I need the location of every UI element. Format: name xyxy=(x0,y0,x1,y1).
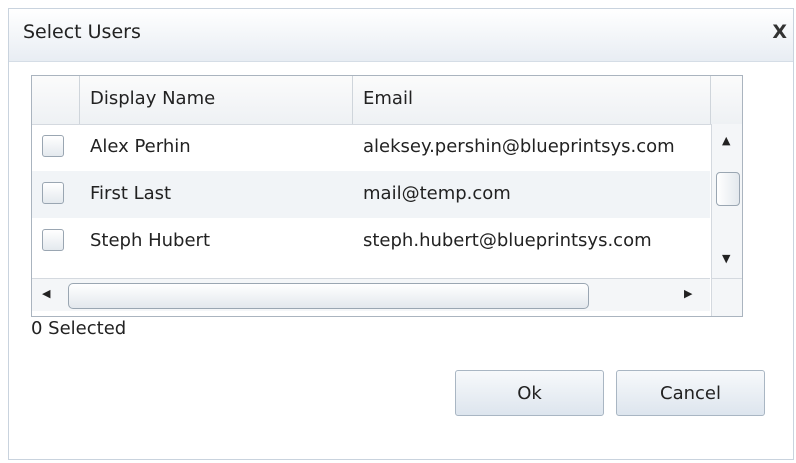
display-name-cell: Alex Perhin xyxy=(90,136,191,157)
scroll-down-icon[interactable]: ▼ xyxy=(722,252,730,265)
grid-header: Display Name Email xyxy=(32,76,742,125)
table-row[interactable]: Steph Hubert steph.hubert@blueprintsys.c… xyxy=(32,218,710,265)
column-header-display-name[interactable]: Display Name xyxy=(80,76,353,124)
header-checkbox-column xyxy=(32,76,80,124)
display-name-cell: Steph Hubert xyxy=(90,230,211,251)
ok-button[interactable]: Ok xyxy=(455,370,604,416)
row-checkbox[interactable] xyxy=(42,182,64,204)
email-cell: aleksey.pershin@blueprintsys.com xyxy=(363,136,675,157)
horizontal-scrollbar[interactable]: ◀ ▶ xyxy=(32,278,710,311)
column-header-email[interactable]: Email xyxy=(353,76,711,124)
scroll-up-icon[interactable]: ▲ xyxy=(722,134,730,147)
dialog-titlebar: Select Users X xyxy=(9,9,793,62)
column-header-label: Email xyxy=(363,88,413,109)
row-checkbox[interactable] xyxy=(42,229,64,251)
vertical-scrollbar[interactable]: ▲ ▼ xyxy=(711,124,742,278)
table-row[interactable]: First Last mail@temp.com xyxy=(32,171,710,218)
row-checkbox[interactable] xyxy=(42,135,64,157)
scrollbar-corner xyxy=(711,278,742,316)
vertical-scroll-thumb[interactable] xyxy=(716,172,740,206)
dialog-title: Select Users xyxy=(23,21,141,43)
cancel-button[interactable]: Cancel xyxy=(616,370,765,416)
display-name-cell: First Last xyxy=(90,183,172,204)
email-cell: mail@temp.com xyxy=(363,183,511,204)
selected-count: 0 Selected xyxy=(31,318,127,339)
table-row[interactable]: Alex Perhin aleksey.pershin@blueprintsys… xyxy=(32,124,710,171)
close-icon[interactable]: X xyxy=(772,21,787,43)
email-cell: steph.hubert@blueprintsys.com xyxy=(363,230,652,251)
horizontal-scroll-thumb[interactable] xyxy=(68,283,589,309)
column-header-label: Display Name xyxy=(90,88,216,109)
scroll-right-icon[interactable]: ▶ xyxy=(684,287,692,300)
users-grid: Display Name Email Alex Perhin aleksey.p… xyxy=(31,75,743,317)
scroll-left-icon[interactable]: ◀ xyxy=(42,287,50,300)
